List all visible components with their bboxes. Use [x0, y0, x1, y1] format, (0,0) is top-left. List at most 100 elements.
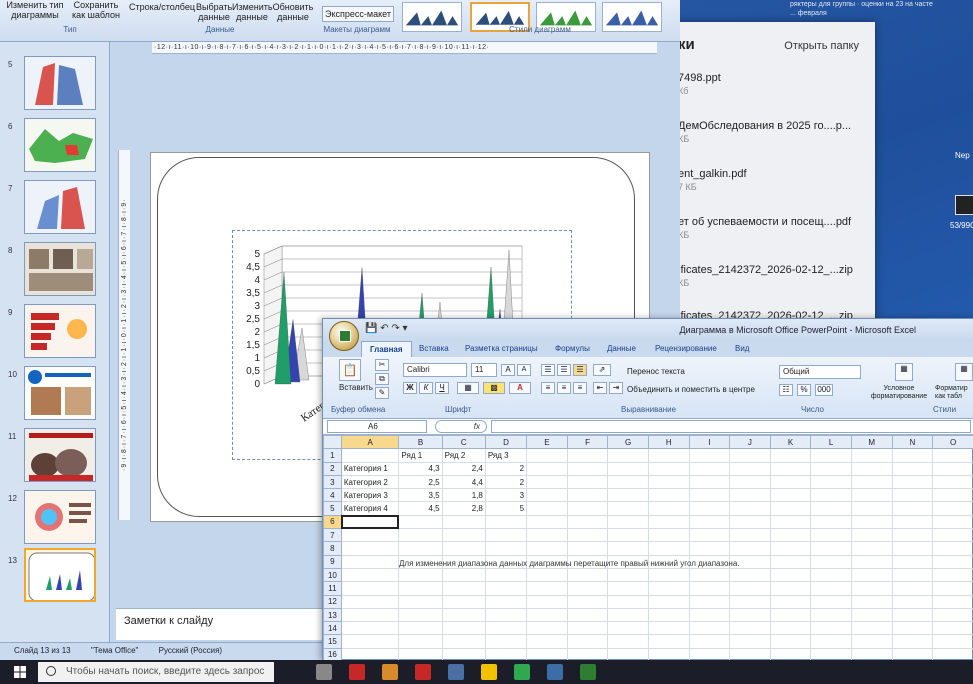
sheet-cell[interactable] — [769, 581, 812, 596]
sheet-cell[interactable] — [607, 581, 649, 596]
sheet-cell[interactable] — [441, 607, 486, 623]
align-right-icon[interactable]: ≡ — [573, 382, 587, 394]
row-header[interactable]: 1 — [323, 448, 342, 463]
sheet-cell[interactable] — [769, 448, 812, 463]
bold-button[interactable]: Ж — [403, 382, 417, 394]
sheet-cell[interactable] — [484, 581, 528, 596]
sheet-cell[interactable] — [810, 474, 852, 490]
conditional-format-icon[interactable]: ▦ — [895, 363, 913, 381]
sheet-cell[interactable] — [526, 567, 568, 583]
sheet-cell[interactable] — [688, 541, 731, 556]
sheet-cell[interactable] — [810, 634, 852, 649]
sheet-cell[interactable] — [484, 528, 528, 543]
sheet-cell[interactable] — [441, 528, 486, 543]
sheet-cell[interactable] — [688, 514, 731, 530]
sheet-cell[interactable] — [441, 594, 486, 609]
sheet-cell[interactable] — [526, 461, 568, 476]
align-center-icon[interactable]: ≡ — [557, 382, 571, 394]
row-header[interactable]: 14 — [323, 621, 342, 636]
sheet-cell[interactable] — [729, 621, 771, 636]
sheet-cell[interactable] — [526, 607, 568, 623]
sheet-cell[interactable] — [398, 594, 443, 609]
sheet-cell[interactable] — [398, 528, 443, 543]
sheet-cell[interactable] — [607, 594, 649, 609]
sheet-cell[interactable] — [441, 567, 486, 583]
sheet-cell[interactable] — [891, 554, 934, 569]
sheet-cell[interactable]: 4,4 — [441, 474, 486, 490]
sheet-cell[interactable] — [891, 541, 934, 556]
row-header[interactable]: 2 — [323, 461, 342, 476]
sheet-cell[interactable] — [526, 448, 568, 463]
insert-function-button[interactable]: fx — [435, 420, 487, 433]
switch-row-column-button[interactable]: Строка/столбец — [128, 2, 196, 12]
sheet-cell[interactable] — [729, 567, 771, 583]
taskbar-app-icon[interactable] — [580, 664, 596, 680]
sheet-cell[interactable] — [688, 474, 731, 490]
sheet-cell[interactable] — [810, 448, 852, 463]
sheet-cell[interactable] — [729, 448, 771, 463]
sheet-cell[interactable] — [607, 501, 649, 516]
tab-formulas[interactable]: Формулы — [555, 344, 590, 353]
sheet-cell[interactable] — [932, 488, 973, 503]
sheet-cell[interactable]: 2,8 — [441, 501, 486, 516]
sheet-cell[interactable] — [932, 514, 973, 530]
sheet-cell[interactable] — [340, 621, 400, 636]
sheet-cell[interactable] — [398, 621, 443, 636]
sheet-cell[interactable] — [891, 514, 934, 530]
sheet-cell[interactable] — [729, 594, 771, 609]
sheet-cell[interactable] — [769, 528, 812, 543]
align-top-icon[interactable]: ☰ — [541, 364, 555, 376]
column-header[interactable]: E — [526, 434, 568, 450]
sheet-cell[interactable] — [566, 621, 609, 636]
select-all-corner[interactable] — [323, 434, 342, 450]
sheet-cell[interactable] — [607, 621, 649, 636]
sheet-cell[interactable] — [891, 594, 934, 609]
sheet-cell[interactable]: Категория 4 — [340, 501, 400, 516]
sheet-cell[interactable] — [526, 501, 568, 516]
sheet-cell[interactable] — [398, 567, 443, 583]
sheet-cell[interactable] — [607, 474, 649, 490]
column-header[interactable]: J — [729, 434, 771, 450]
sheet-cell[interactable] — [648, 594, 690, 609]
tab-home[interactable]: Главная — [361, 341, 412, 357]
italic-button[interactable]: К — [419, 382, 433, 394]
sheet-cell[interactable] — [850, 514, 893, 530]
download-item[interactable]: 7498.ppt Кб — [678, 72, 721, 96]
sheet-cell[interactable] — [607, 488, 649, 503]
sheet-cell[interactable] — [891, 488, 934, 503]
sheet-cell[interactable] — [769, 607, 812, 623]
sheet-cell[interactable] — [398, 541, 443, 556]
sheet-cell[interactable] — [648, 621, 690, 636]
sheet-cell[interactable] — [729, 474, 771, 490]
slide-thumbnail[interactable] — [24, 304, 96, 358]
copy-icon[interactable]: ⧉ — [375, 373, 389, 385]
sheet-cell[interactable] — [932, 501, 973, 516]
taskbar-app-icon[interactable] — [481, 664, 497, 680]
refresh-data-button[interactable]: Обновить данные — [272, 2, 314, 22]
sheet-cell[interactable] — [398, 581, 443, 596]
sheet-cell[interactable]: 2,5 — [398, 474, 443, 490]
sheet-cell[interactable] — [484, 541, 528, 556]
column-header[interactable]: D — [484, 434, 528, 450]
slide-thumbnail[interactable] — [24, 366, 96, 420]
sheet-cell[interactable] — [729, 581, 771, 596]
font-name-select[interactable]: Calibri — [403, 363, 467, 377]
sheet-cell[interactable] — [484, 567, 528, 583]
sheet-cell[interactable] — [526, 634, 568, 649]
sheet-cell[interactable] — [566, 594, 609, 609]
sheet-cell[interactable] — [648, 461, 690, 476]
sheet-cell[interactable] — [932, 448, 973, 463]
decrease-indent-icon[interactable]: ⇤ — [593, 382, 607, 394]
download-item[interactable]: ent_galkin.pdf 7 КБ — [678, 168, 747, 192]
sheet-cell[interactable] — [729, 528, 771, 543]
tab-insert[interactable]: Вставка — [419, 344, 449, 353]
edit-data-button[interactable]: Изменить данные — [232, 2, 273, 22]
sheet-cell[interactable] — [526, 594, 568, 609]
sheet-cell[interactable] — [729, 541, 771, 556]
sheet-cell[interactable] — [566, 634, 609, 649]
sheet-cell[interactable]: 5 — [484, 501, 528, 516]
select-data-button[interactable]: Выбрать данные — [196, 2, 232, 22]
sheet-cell[interactable] — [648, 528, 690, 543]
column-header[interactable]: A — [340, 434, 400, 450]
sheet-cell[interactable] — [932, 621, 973, 636]
